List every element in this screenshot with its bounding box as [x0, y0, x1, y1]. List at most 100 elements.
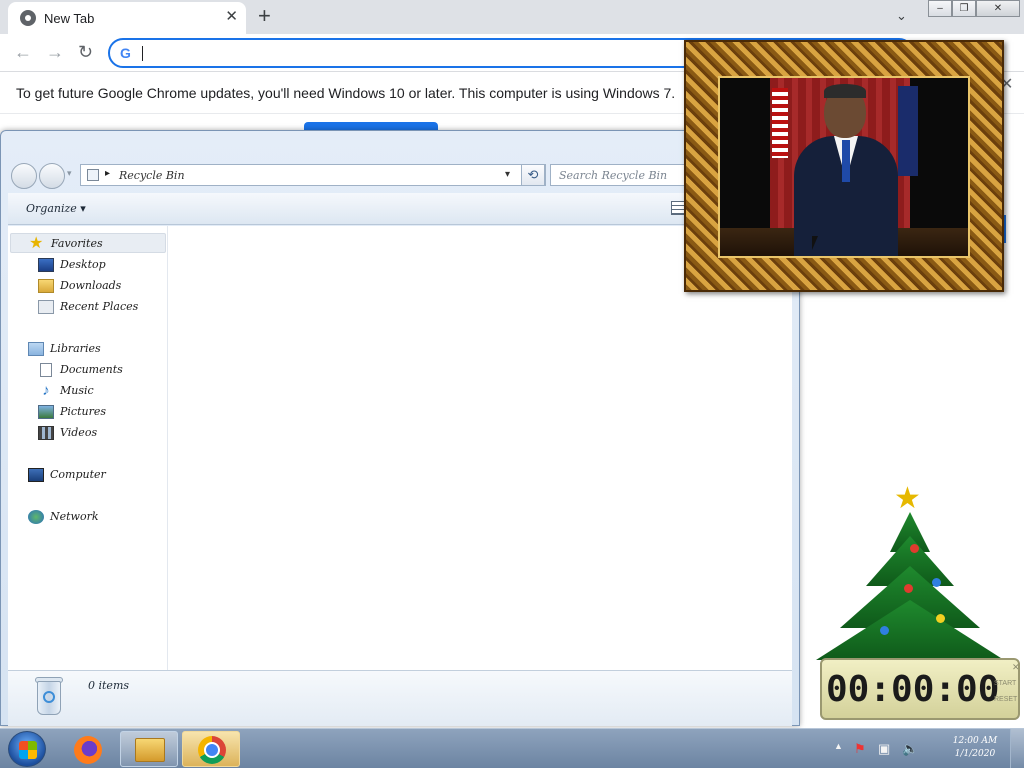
- views-icon[interactable]: [671, 201, 685, 215]
- documents-icon: [40, 363, 52, 377]
- new-tab-button[interactable]: +: [258, 4, 271, 28]
- show-desktop-button[interactable]: [1010, 729, 1024, 768]
- nav-label-computer: Computer: [50, 468, 106, 481]
- nav-label-videos: Videos: [60, 426, 98, 439]
- explorer-forward-button[interactable]: [39, 163, 65, 189]
- nav-label-network: Network: [50, 510, 99, 523]
- recycle-bin-icon: [32, 675, 66, 719]
- mouse-pointer-icon: [812, 236, 818, 250]
- portrait-photo: [718, 76, 970, 258]
- nav-item-videos[interactable]: Videos: [10, 423, 166, 443]
- browser-close-button[interactable]: ✕: [976, 0, 1020, 17]
- explorer-back-button[interactable]: [11, 163, 37, 189]
- stopwatch-gadget: 00:00:00 ✕ START RESET: [820, 658, 1020, 720]
- start-button[interactable]: [8, 731, 46, 767]
- tree-tier-4: [816, 600, 1004, 660]
- nav-item-recent-places[interactable]: Recent Places: [10, 297, 166, 317]
- ornament: [904, 584, 913, 593]
- file-list-area[interactable]: [168, 226, 792, 670]
- tab-close-icon[interactable]: ✕: [225, 8, 238, 26]
- clock-date: 1/1/2020: [954, 749, 996, 759]
- us-flag: [772, 88, 788, 158]
- tab-new-tab[interactable]: New Tab ✕: [8, 2, 246, 34]
- nav-item-downloads[interactable]: Downloads: [10, 276, 166, 296]
- desktop-icon: [38, 258, 54, 272]
- address-path[interactable]: Recycle Bin: [119, 169, 185, 182]
- clock-time: 12:00 AM: [952, 736, 998, 746]
- show-hidden-icons-arrow-icon[interactable]: ▲: [834, 741, 843, 751]
- browser-window-controls: – ❐ ✕: [928, 0, 1020, 18]
- stopwatch-time: 00:00:00: [826, 669, 1000, 710]
- ornament: [910, 544, 919, 553]
- tab-strip: New Tab ✕ + ⌄ – ❐ ✕: [0, 0, 1024, 34]
- computer-icon: [28, 468, 44, 482]
- network-icon: [28, 510, 44, 524]
- taskbar-firefox[interactable]: [58, 731, 116, 767]
- hair: [824, 84, 866, 98]
- nav-item-favorites[interactable]: ★ Favorites: [10, 233, 166, 253]
- infobar-message: To get future Google Chrome updates, you…: [16, 85, 676, 101]
- recent-places-icon: [38, 300, 54, 314]
- chrome-icon: [198, 736, 226, 764]
- browser-restore-button[interactable]: ❐: [952, 0, 976, 17]
- details-pane: 0 items: [8, 670, 792, 726]
- nav-item-pictures[interactable]: Pictures: [10, 402, 166, 422]
- tab-search-chevron-icon[interactable]: ⌄: [896, 8, 907, 24]
- ornament: [936, 614, 945, 623]
- christmas-tree-gadget[interactable]: ★: [810, 484, 1010, 660]
- chrome-favicon-icon: [20, 10, 36, 26]
- taskbar-chrome[interactable]: [182, 731, 240, 767]
- nav-label-music: Music: [60, 384, 94, 397]
- address-bar[interactable]: ▸ Recycle Bin ▾: [80, 164, 546, 186]
- tab-title: New Tab: [44, 11, 95, 26]
- nav-item-libraries[interactable]: Libraries: [10, 339, 166, 359]
- nav-label-downloads: Downloads: [60, 279, 122, 292]
- nav-item-computer[interactable]: Computer: [10, 465, 166, 485]
- recycle-logo-icon: [43, 691, 55, 703]
- nav-item-desktop[interactable]: Desktop: [10, 255, 166, 275]
- back-arrow-icon[interactable]: ←: [14, 42, 32, 62]
- downloads-folder-icon: [38, 279, 54, 293]
- organize-menu-button[interactable]: Organize ▾: [26, 202, 86, 215]
- ornament: [880, 626, 889, 635]
- command-bar: Organize ▾ ▾ ?: [8, 193, 792, 225]
- stopwatch-close-icon[interactable]: ✕: [1012, 662, 1020, 673]
- star-icon: ★: [29, 235, 44, 252]
- refresh-button[interactable]: ⟲: [521, 164, 545, 186]
- ornament: [932, 578, 941, 587]
- volume-icon[interactable]: 🔈: [902, 741, 918, 757]
- stopwatch-reset-button[interactable]: RESET: [994, 696, 1017, 703]
- address-dropdown-icon[interactable]: ▾: [505, 169, 510, 180]
- reload-icon[interactable]: ↻: [78, 42, 93, 62]
- nav-label-libraries: Libraries: [50, 342, 101, 355]
- nav-item-network[interactable]: Network: [10, 507, 166, 527]
- recycle-bin-window: – ▭ ✕ ▾ ▸ Recycle Bin ▾ ⟲ Search Recycle…: [0, 130, 800, 726]
- taskbar-clock[interactable]: 12:00 AM 1/1/2020: [930, 735, 1020, 761]
- nav-item-documents[interactable]: Documents: [10, 360, 166, 380]
- portrait-frame-gadget[interactable]: [684, 40, 1004, 292]
- film-strip-icon: [38, 426, 54, 440]
- stopwatch-start-button[interactable]: START: [994, 680, 1016, 687]
- nav-label-desktop: Desktop: [60, 258, 106, 271]
- taskbar-explorer[interactable]: [120, 731, 178, 767]
- nav-item-music[interactable]: ♪ Music: [10, 381, 166, 401]
- star-icon: ★: [894, 482, 921, 515]
- nav-label-pictures: Pictures: [60, 405, 106, 418]
- folder-icon: [135, 738, 165, 762]
- taskbar: ▲ ⚑ ▣ 🔈 12:00 AM 1/1/2020: [0, 728, 1024, 768]
- action-center-flag-icon[interactable]: ⚑: [854, 741, 866, 757]
- pictures-icon: [38, 405, 54, 419]
- libraries-icon: [28, 342, 44, 356]
- network-tray-icon[interactable]: ▣: [878, 741, 890, 757]
- search-placeholder: Search Recycle Bin: [559, 169, 668, 182]
- tie: [842, 140, 850, 182]
- breadcrumb-arrow-icon[interactable]: ▸: [105, 168, 110, 179]
- nav-label-documents: Documents: [60, 363, 123, 376]
- recycle-bin-small-icon: [87, 169, 99, 181]
- browser-minimize-button[interactable]: –: [928, 0, 952, 17]
- recent-pages-chevron-icon[interactable]: ▾: [67, 168, 72, 179]
- forward-arrow-icon[interactable]: →: [46, 42, 64, 62]
- item-count: 0 items: [88, 679, 130, 692]
- firefox-icon: [74, 736, 102, 764]
- text-caret: [142, 46, 143, 61]
